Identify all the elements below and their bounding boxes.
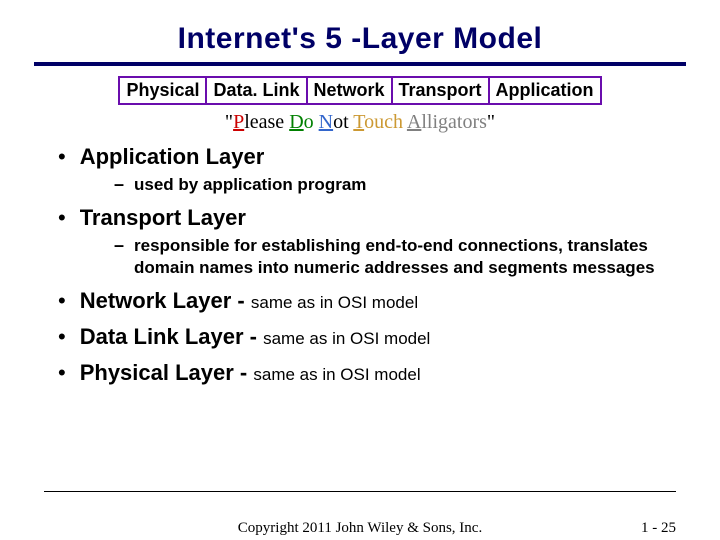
- layer-cell-network: Network: [307, 77, 392, 104]
- bullet-network: • Network Layer - same as in OSI model: [58, 288, 676, 314]
- sub-list: – used by application program: [58, 174, 676, 195]
- footer-page-number: 1 - 25: [641, 520, 676, 537]
- bullet-dot-icon: •: [58, 362, 66, 384]
- layer-cell-application: Application: [489, 77, 601, 104]
- page-title: Internet's 5 -Layer Model: [44, 22, 676, 56]
- dash-icon: –: [114, 235, 124, 256]
- mnemonic-rest-alligators: lligators: [421, 111, 487, 133]
- bullet-datalink: • Data Link Layer - same as in OSI model: [58, 324, 676, 350]
- sub-item: – used by application program: [114, 174, 676, 195]
- bullet-label: Network Layer -: [80, 288, 251, 313]
- bullet-label: Data Link Layer -: [80, 324, 263, 349]
- mnemonic-close-quote: ": [487, 111, 495, 133]
- mnemonic-open-quote: ": [225, 111, 233, 133]
- dash-icon: –: [114, 174, 124, 195]
- bullet-application: • Application Layer – used by applicatio…: [58, 144, 676, 195]
- bullet-dot-icon: •: [58, 146, 66, 168]
- mnemonic-letter-d: D: [289, 111, 303, 133]
- bullet-label: Transport Layer: [80, 205, 246, 230]
- footer-divider: [44, 491, 676, 492]
- mnemonic-letter-a: A: [407, 111, 421, 133]
- sub-item: – responsible for establishing end-to-en…: [114, 235, 676, 278]
- mnemonic-letter-n: N: [319, 111, 333, 133]
- slide: Internet's 5 -Layer Model Physical Data.…: [0, 0, 720, 540]
- title-underline: [34, 62, 686, 66]
- mnemonic-rest-not: ot: [333, 111, 353, 133]
- bullet-transport: • Transport Layer – responsible for esta…: [58, 205, 676, 278]
- bullet-physical: • Physical Layer - same as in OSI model: [58, 360, 676, 386]
- bullet-dot-icon: •: [58, 290, 66, 312]
- layer-cell-datalink: Data. Link: [206, 77, 306, 104]
- bullet-dot-icon: •: [58, 326, 66, 348]
- layer-cell-transport: Transport: [392, 77, 489, 104]
- mnemonic-rest-touch: ouch: [364, 111, 407, 133]
- bullet-append: same as in OSI model: [253, 365, 420, 384]
- mnemonic-rest-do: o: [304, 111, 319, 133]
- mnemonic-rest-please: lease: [244, 111, 289, 133]
- mnemonic-letter-t: T: [353, 111, 364, 133]
- layer-table: Physical Data. Link Network Transport Ap…: [118, 76, 601, 105]
- mnemonic-text: "Please Do Not Touch Alligators": [44, 111, 676, 134]
- bullet-list: • Application Layer – used by applicatio…: [44, 144, 676, 386]
- bullet-dot-icon: •: [58, 207, 66, 229]
- sub-text: used by application program: [134, 174, 366, 195]
- mnemonic-letter-p: P: [233, 111, 244, 133]
- bullet-label: Application Layer: [80, 144, 265, 169]
- sub-text: responsible for establishing end-to-end …: [134, 235, 676, 278]
- sub-list: – responsible for establishing end-to-en…: [58, 235, 676, 278]
- footer-copyright: Copyright 2011 John Wiley & Sons, Inc.: [0, 520, 720, 537]
- bullet-label: Physical Layer -: [80, 360, 254, 385]
- bullet-append: same as in OSI model: [251, 293, 418, 312]
- bullet-append: same as in OSI model: [263, 329, 430, 348]
- layer-cell-physical: Physical: [119, 77, 206, 104]
